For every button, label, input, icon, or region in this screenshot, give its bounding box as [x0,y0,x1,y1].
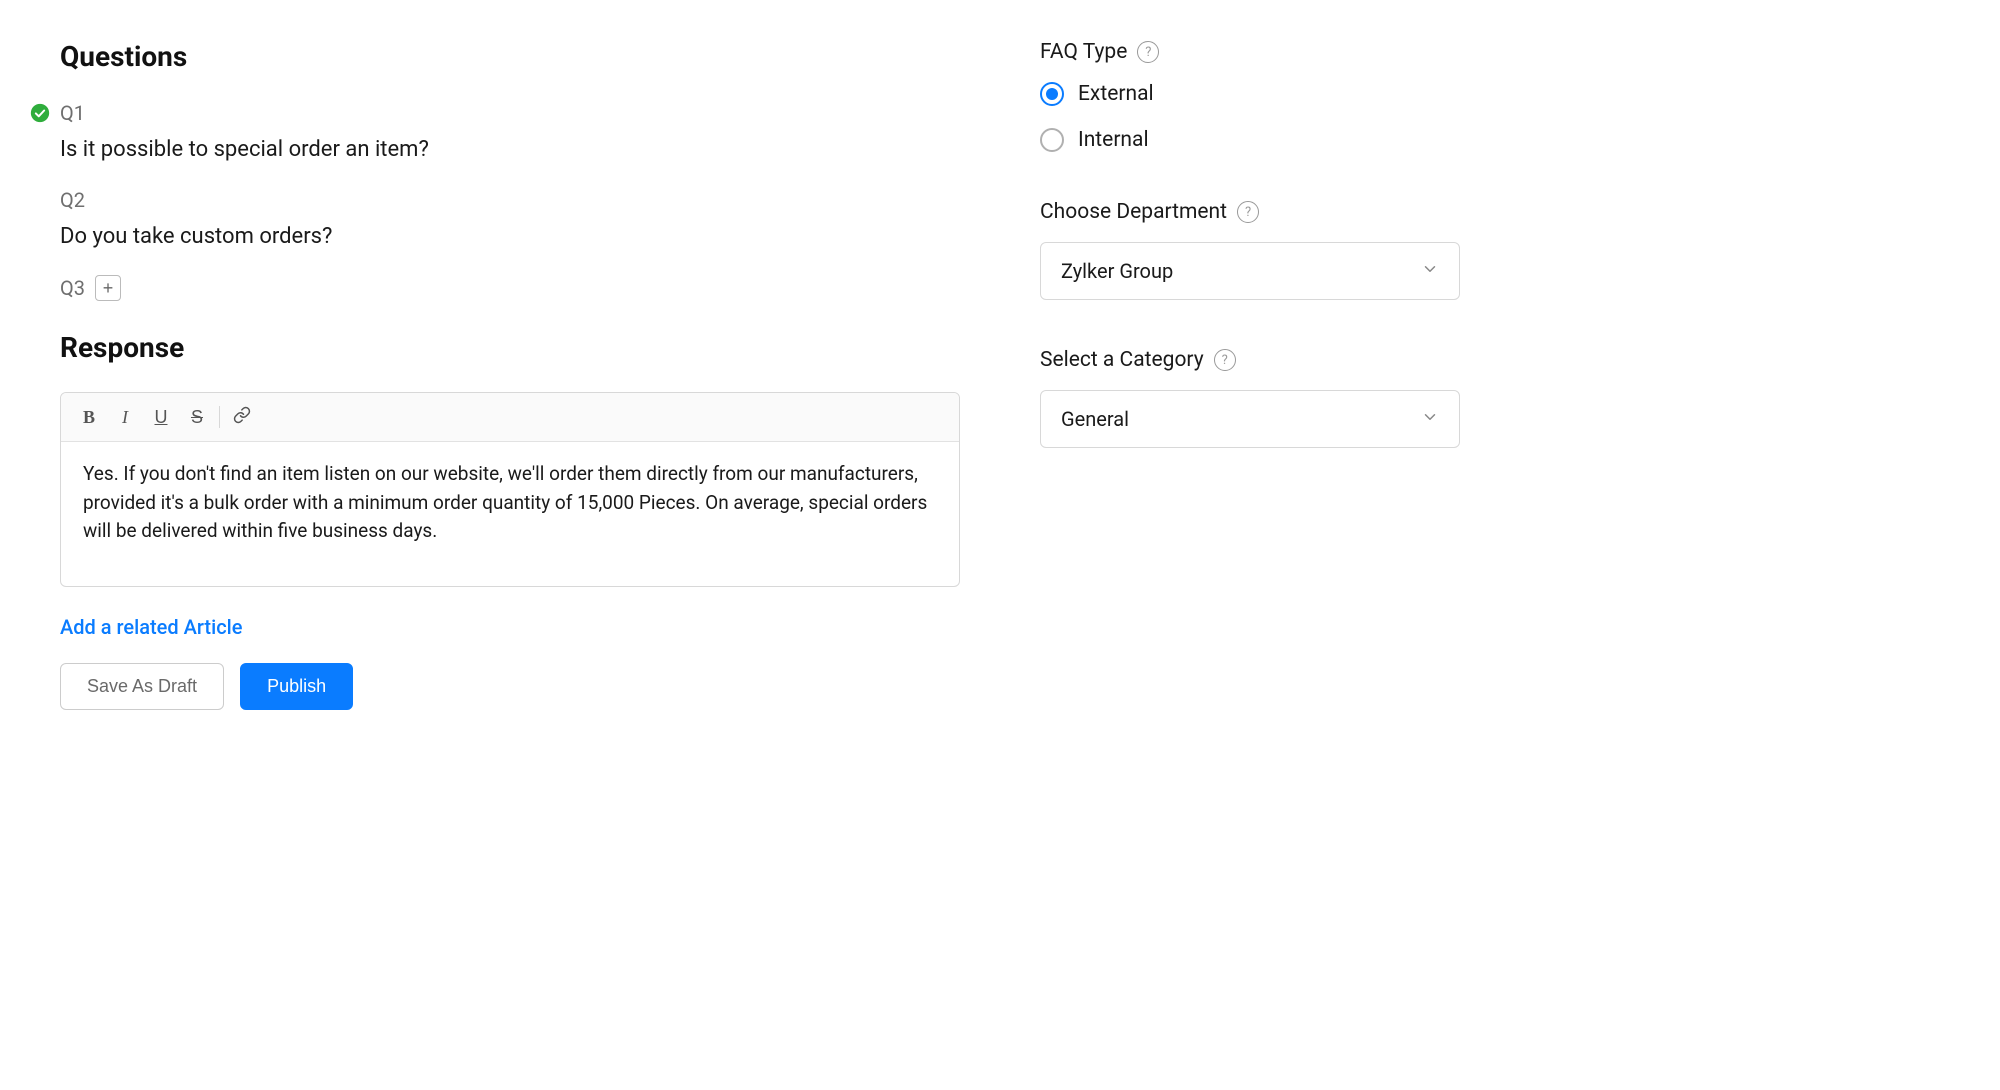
question-2: Q2 Do you take custom orders? [60,188,960,249]
faq-type-internal-radio[interactable]: Internal [1040,128,1460,152]
add-related-article-link[interactable]: Add a related Article [60,615,242,639]
help-icon[interactable]: ? [1214,349,1236,371]
help-icon[interactable]: ? [1137,41,1159,63]
department-field: Choose Department ? Zylker Group [1040,200,1460,300]
bold-icon: B [83,407,95,428]
strikethrough-button[interactable]: S [179,401,215,433]
q1-label: Q1 [60,101,85,125]
plus-icon: + [103,279,114,297]
check-icon [30,103,50,123]
italic-icon: I [122,407,128,428]
radio-checked-icon [1040,82,1064,106]
category-label: Select a Category [1040,348,1204,372]
questions-heading: Questions [60,40,960,73]
publish-button[interactable]: Publish [240,663,353,710]
question-3: Q3 + [60,275,960,301]
faq-type-external-radio[interactable]: External [1040,82,1460,106]
faq-internal-label: Internal [1078,128,1149,152]
department-value: Zylker Group [1061,259,1173,283]
question-1: Q1 Is it possible to special order an it… [60,101,960,162]
help-icon[interactable]: ? [1237,201,1259,223]
chevron-down-icon [1421,259,1439,283]
category-value: General [1061,407,1129,431]
department-select[interactable]: Zylker Group [1040,242,1460,300]
bold-button[interactable]: B [71,401,107,433]
italic-button[interactable]: I [107,401,143,433]
link-button[interactable] [224,401,260,433]
chevron-down-icon [1421,407,1439,431]
department-label: Choose Department [1040,200,1227,224]
toolbar-divider [219,406,220,428]
faq-external-label: External [1078,82,1154,106]
q2-label: Q2 [60,188,85,212]
response-heading: Response [60,331,960,364]
underline-button[interactable]: U [143,401,179,433]
category-select[interactable]: General [1040,390,1460,448]
category-field: Select a Category ? General [1040,348,1460,448]
response-textarea[interactable]: Yes. If you don't find an item listen on… [61,442,959,586]
link-icon [233,406,251,429]
editor-toolbar: B I U S [61,393,959,442]
faq-type-label: FAQ Type [1040,40,1127,64]
response-editor: B I U S Yes. If you don't find [60,392,960,587]
add-question-button[interactable]: + [95,275,121,301]
q3-label: Q3 [60,276,85,300]
radio-unchecked-icon [1040,128,1064,152]
strikethrough-icon: S [191,407,203,428]
q2-text: Do you take custom orders? [60,224,960,249]
underline-icon: U [155,407,168,428]
q1-text: Is it possible to special order an item? [60,137,960,162]
save-as-draft-button[interactable]: Save As Draft [60,663,224,710]
faq-type-field: FAQ Type ? External Internal [1040,40,1460,152]
